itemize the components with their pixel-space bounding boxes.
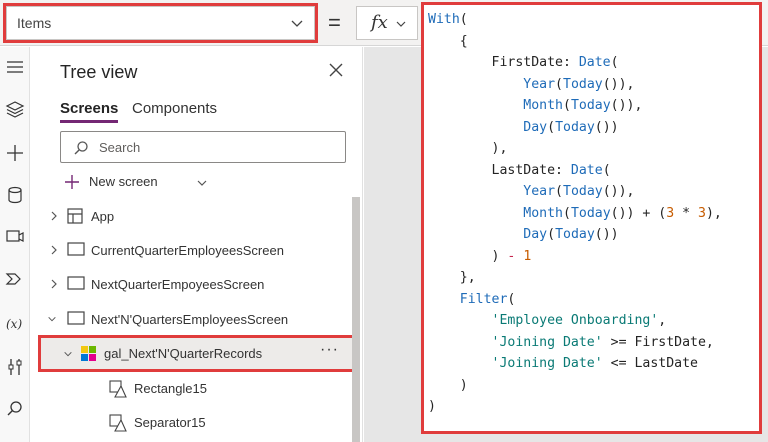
formula-line: LastDate: Date(: [428, 162, 611, 178]
tree-item-gallery[interactable]: gal_Next'N'QuarterRecords ···: [38, 335, 356, 372]
left-rail: (x): [0, 47, 30, 442]
formula-line: Day(Today()): [523, 227, 619, 242]
formula-line: Filter(: [459, 291, 516, 307]
shape-icon: [109, 414, 127, 432]
tree-item-screen[interactable]: Next'N'QuartersEmployeesScreen: [31, 302, 353, 336]
tree-item-label: Rectangle15: [134, 381, 207, 396]
fx-button[interactable]: fx: [356, 6, 418, 40]
insert-icon[interactable]: [5, 143, 25, 163]
formula-editor[interactable]: With( { FirstDate: Date( Year(Today()), …: [421, 2, 762, 434]
shape-icon: [109, 380, 127, 398]
formula-line: Year(Today()),: [523, 184, 635, 199]
chevron-down-icon[interactable]: [47, 313, 57, 325]
formula-line: 'Joining Date' <= LastDate: [491, 356, 698, 371]
svg-text:(x): (x): [6, 317, 22, 331]
tree-item-label: gal_Next'N'QuarterRecords: [104, 346, 263, 361]
formula-line: },: [428, 270, 476, 285]
media-icon[interactable]: [5, 227, 25, 247]
scrollbar[interactable]: [352, 197, 360, 442]
hamburger-icon[interactable]: [5, 57, 25, 77]
variables-icon[interactable]: (x): [5, 313, 25, 333]
gallery-icon: [81, 346, 96, 361]
tree-item-label: Separator15: [134, 415, 206, 430]
chevron-down-icon: [396, 21, 406, 27]
formula-line: Day(Today()): [523, 119, 619, 135]
layers-icon[interactable]: [5, 99, 25, 119]
search-icon: [74, 141, 88, 155]
search-icon[interactable]: [5, 399, 25, 419]
formula-line: Month(Today()) + (3 * 3),: [523, 205, 722, 221]
formula-line: Year(Today()),: [523, 76, 635, 92]
panel-title: Tree view: [60, 62, 138, 82]
property-dropdown[interactable]: Items: [3, 3, 318, 43]
formula-line: {: [428, 33, 468, 49]
tree-item-screen[interactable]: NextQuarterEmpoyeesScreen: [31, 267, 353, 301]
formula-line: 'Employee Onboarding',: [491, 313, 667, 328]
screen-icon: [67, 242, 85, 256]
screen-icon: [67, 311, 85, 325]
chevron-right-icon[interactable]: [49, 244, 59, 256]
tree-item-label: NextQuarterEmpoyeesScreen: [91, 277, 265, 292]
formula-line: ),: [428, 141, 508, 156]
tree-item-label: CurrentQuarterEmployeesScreen: [91, 243, 284, 258]
tree-item-label: App: [91, 209, 115, 224]
tree-item-screen[interactable]: CurrentQuarterEmployeesScreen: [31, 233, 353, 267]
tab-components[interactable]: Components: [132, 100, 217, 117]
search-box[interactable]: Search: [60, 131, 346, 163]
screen-icon: [67, 276, 85, 290]
tab-screens[interactable]: Screens: [60, 100, 119, 123]
tree-view-panel: Tree view Screens Components Search New …: [31, 47, 363, 442]
property-value: Items: [17, 15, 52, 31]
new-screen-label: New screen: [89, 174, 158, 189]
search-placeholder: Search: [99, 140, 141, 155]
fx-icon: fx: [371, 12, 388, 33]
advanced-tools-icon[interactable]: [5, 357, 25, 377]
formula-line: With(: [428, 12, 468, 27]
formula-line: Month(Today()),: [523, 98, 643, 113]
tree-item-control[interactable]: Separator15: [31, 405, 353, 439]
close-icon[interactable]: [328, 62, 344, 78]
chevron-right-icon[interactable]: [49, 210, 59, 222]
more-options-icon[interactable]: ···: [320, 341, 339, 359]
chevron-down-icon: [291, 20, 303, 27]
plus-icon: [65, 175, 79, 189]
formula-line: FirstDate: Date(: [428, 55, 619, 70]
data-icon[interactable]: [5, 185, 25, 205]
chevron-right-icon[interactable]: [49, 278, 59, 290]
tree-item-label: Next'N'QuartersEmployeesScreen: [91, 312, 289, 327]
chevron-down-icon: [197, 180, 207, 186]
formula-code[interactable]: With( { FirstDate: Date( Year(Today()), …: [428, 9, 722, 418]
equals-sign: =: [328, 10, 341, 35]
formula-line: ) - 1: [428, 248, 532, 264]
tree-item-control[interactable]: Rectangle15: [31, 371, 353, 405]
chevron-down-icon[interactable]: [63, 348, 73, 360]
formula-line: ): [428, 399, 436, 414]
power-automate-icon[interactable]: [5, 269, 25, 289]
tree-item-app[interactable]: App: [31, 199, 353, 233]
app-icon: [67, 208, 83, 224]
formula-line: 'Joining Date' >= FirstDate,: [491, 334, 714, 350]
formula-line: ): [428, 377, 468, 393]
